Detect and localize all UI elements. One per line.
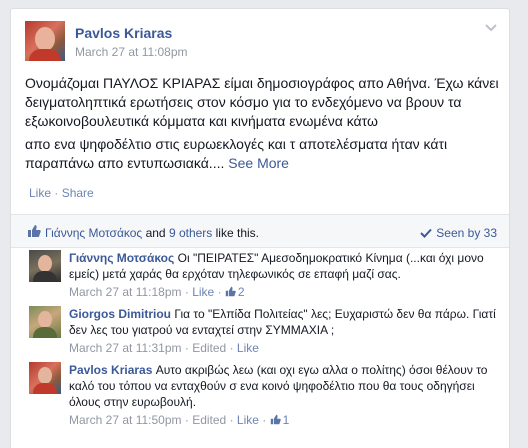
thumbs-up-icon xyxy=(28,225,41,237)
likes-and: and xyxy=(145,226,166,240)
separator: · xyxy=(184,413,189,427)
separator: · xyxy=(229,413,234,427)
liker-name[interactable]: Γιάννης Μοτσάκος xyxy=(45,226,142,240)
comment-likes[interactable]: 1 xyxy=(270,413,289,427)
comment-time[interactable]: March 27 at 11:50pm xyxy=(69,413,182,427)
thumbs-up-icon xyxy=(225,286,236,297)
post-paragraph-2: απο ενα ψηφοδέλτιο στις ευρωεκλογές και … xyxy=(25,136,448,171)
likes-others-link[interactable]: 9 others xyxy=(169,226,212,240)
thumbs-up-icon xyxy=(270,414,281,425)
post-paragraph-1: Ονομάζομαι ΠΑΥΛΟΣ ΚΡΙΑΡΑΣ είμαι δημοσιογ… xyxy=(25,75,499,129)
commenter-name[interactable]: Giorgos Dimitriou xyxy=(69,307,171,321)
post-actions: Like · Share xyxy=(29,186,94,200)
chevron-down-icon[interactable] xyxy=(485,23,497,33)
checkmark-icon xyxy=(420,228,433,238)
commenter-name[interactable]: Γιάννης Μοτσάκος xyxy=(69,251,174,265)
comment-like-link[interactable]: Like xyxy=(192,285,214,299)
likes-summary: Γιάννης Μοτσάκος and 9 others like this.… xyxy=(11,214,509,248)
commenter-name[interactable]: Pavlos Kriaras xyxy=(69,363,152,377)
likes-suffix: like this. xyxy=(215,226,259,240)
seen-by-label: Seen by 33 xyxy=(436,226,497,240)
comment-time[interactable]: March 27 at 11:31pm xyxy=(69,341,182,355)
seen-by[interactable]: Seen by 33 xyxy=(420,226,497,240)
comment-meta: March 27 at 11:31pm · Edited · Like xyxy=(69,340,499,356)
commenter-avatar[interactable] xyxy=(29,306,61,338)
post-card: Pavlos Kriaras March 27 at 11:08pm Ονομά… xyxy=(10,8,510,448)
comment-like-link[interactable]: Like xyxy=(237,341,259,355)
separator: · xyxy=(184,341,189,355)
post-author[interactable]: Pavlos Kriaras xyxy=(75,25,172,41)
comment-like-link[interactable]: Like xyxy=(237,413,259,427)
separator: · xyxy=(217,285,222,299)
edited-label[interactable]: Edited xyxy=(192,341,226,355)
commenter-avatar[interactable] xyxy=(29,250,61,282)
separator: · xyxy=(184,285,189,299)
separator: · xyxy=(262,413,267,427)
comment-meta: March 27 at 11:18pm · Like · 2 xyxy=(69,284,499,300)
see-more-link[interactable]: See More xyxy=(228,155,289,171)
post-body: Ονομάζομαι ΠΑΥΛΟΣ ΚΡΙΑΡΑΣ είμαι δημοσιογ… xyxy=(25,74,501,177)
comment-time[interactable]: March 27 at 11:18pm xyxy=(69,285,182,299)
post-timestamp[interactable]: March 27 at 11:08pm xyxy=(75,45,188,59)
comment-likes[interactable]: 2 xyxy=(225,285,245,299)
commenter-avatar[interactable] xyxy=(29,362,61,394)
author-avatar[interactable] xyxy=(25,21,65,61)
like-link[interactable]: Like xyxy=(29,186,51,200)
edited-label[interactable]: Edited xyxy=(192,413,226,427)
share-link[interactable]: Share xyxy=(62,186,94,200)
separator: · xyxy=(229,341,234,355)
comment-meta: March 27 at 11:50pm · Edited · Like · 1 xyxy=(69,412,499,428)
likes-text: Γιάννης Μοτσάκος and 9 others like this. xyxy=(45,226,259,240)
action-separator: · xyxy=(54,186,59,200)
